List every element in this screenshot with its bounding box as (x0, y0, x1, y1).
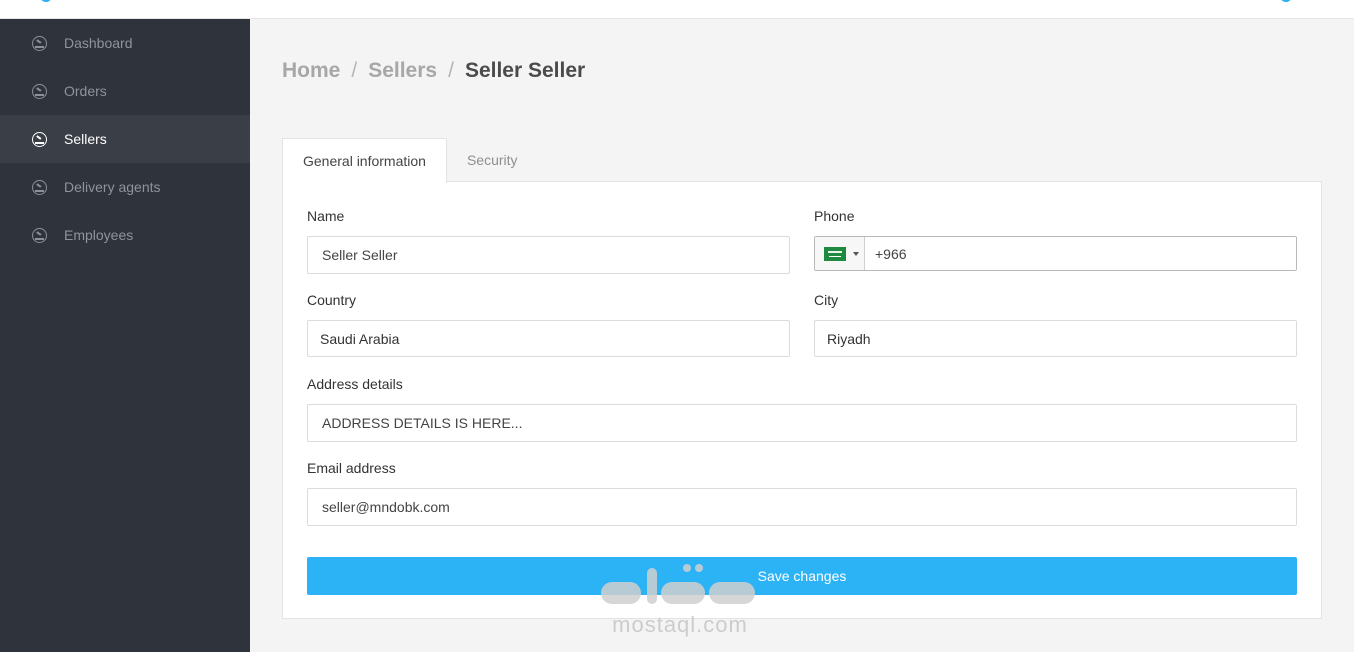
city-label: City (814, 292, 839, 308)
address-label: Address details (307, 376, 403, 392)
name-input[interactable]: Seller Seller (307, 236, 790, 274)
user-icon[interactable] (1280, 0, 1292, 2)
saudi-arabia-flag-icon (824, 246, 846, 261)
email-field-group: Email address seller@mndobk.com (307, 460, 1297, 526)
sidebar-item-label: Dashboard (64, 35, 133, 51)
caret-down-icon (853, 251, 859, 256)
breadcrumb-current: Seller Seller (464, 59, 586, 82)
sidebar-item-delivery-agents[interactable]: Delivery agents (0, 163, 250, 211)
tab-security[interactable]: Security (447, 138, 538, 182)
sidebar-item-sellers[interactable]: Sellers (0, 115, 250, 163)
phone-field-group: Phone +966 (814, 208, 1297, 271)
logo-icon (40, 0, 52, 2)
city-input[interactable]: Riyadh (814, 320, 1297, 357)
sidebar-item-orders[interactable]: Orders (0, 67, 250, 115)
email-input[interactable]: seller@mndobk.com (307, 488, 1297, 526)
email-label: Email address (307, 460, 396, 476)
save-changes-button[interactable]: Save changes (307, 557, 1297, 595)
name-label: Name (307, 208, 345, 224)
sidebar-item-label: Sellers (64, 131, 107, 147)
top-bar (0, 0, 1354, 19)
breadcrumb-separator: / (351, 59, 358, 82)
country-label: Country (307, 292, 357, 308)
city-field-group: City Riyadh (814, 292, 1297, 357)
breadcrumb-sellers-link[interactable]: Sellers (368, 59, 437, 83)
address-field-group: Address details ADDRESS DETAILS IS HERE.… (307, 376, 1297, 442)
name-field-group: Name Seller Seller (307, 208, 790, 274)
address-input[interactable]: ADDRESS DETAILS IS HERE... (307, 404, 1297, 442)
sidebar-item-employees[interactable]: Employees (0, 211, 250, 259)
gauge-icon (32, 131, 47, 147)
sidebar-item-label: Orders (64, 83, 107, 99)
gauge-icon (32, 83, 47, 99)
dashboard-gauge-icon (32, 35, 47, 51)
phone-input[interactable]: +966 (865, 246, 907, 262)
country-input[interactable]: Saudi Arabia (307, 320, 790, 357)
phone-label: Phone (814, 208, 855, 224)
seller-form-card: Name Seller Seller Phone +966 Country Sa… (282, 181, 1322, 619)
main-content: Home / Sellers / Seller Seller General i… (250, 19, 1354, 652)
gauge-icon (32, 179, 47, 195)
sidebar-item-label: Delivery agents (64, 179, 161, 195)
phone-input-group: +966 (814, 236, 1297, 271)
sidebar-item-label: Employees (64, 227, 134, 243)
country-field-group: Country Saudi Arabia (307, 292, 790, 357)
breadcrumb-home-link[interactable]: Home (282, 59, 340, 83)
breadcrumb-separator: / (448, 59, 454, 82)
tab-bar: General information Security (282, 138, 538, 183)
tab-general-information[interactable]: General information (282, 138, 447, 183)
sidebar: Dashboard Orders Sellers Delivery agents… (0, 19, 250, 652)
gauge-icon (32, 227, 47, 243)
country-code-dropdown[interactable] (815, 237, 865, 270)
breadcrumb: Home / Sellers / Seller Seller (282, 59, 585, 83)
sidebar-item-dashboard[interactable]: Dashboard (0, 19, 250, 67)
